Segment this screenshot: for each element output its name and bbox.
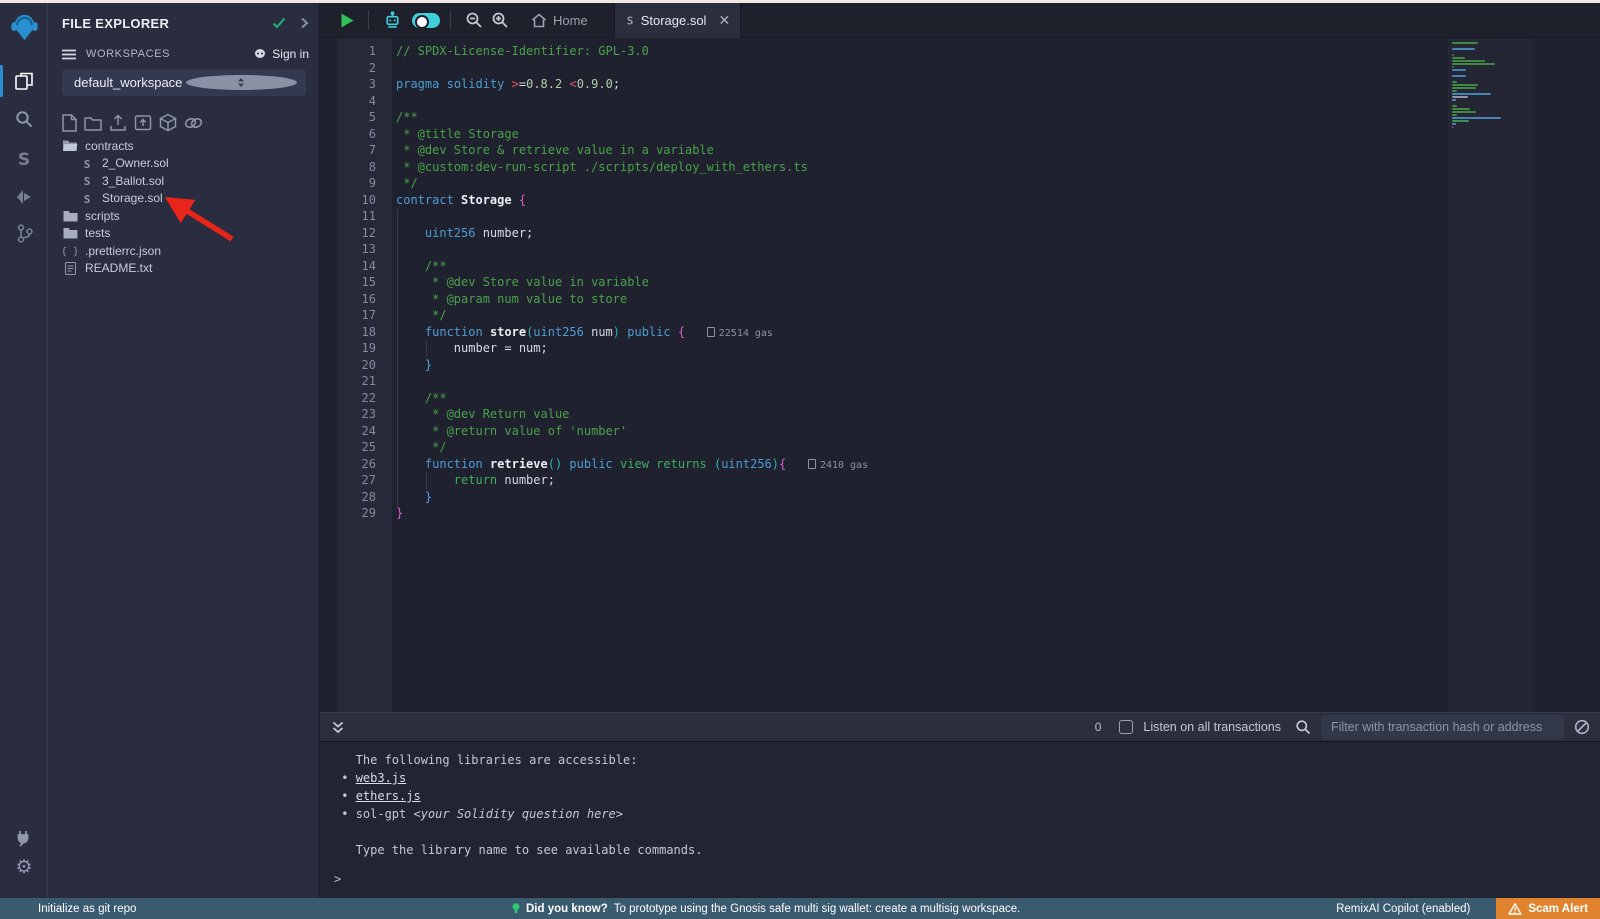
- new-folder-icon[interactable]: [84, 115, 102, 131]
- svg-text:S: S: [84, 193, 91, 205]
- svg-text:S: S: [18, 150, 30, 170]
- tree-item-scripts[interactable]: scripts: [48, 207, 319, 225]
- close-tab-icon[interactable]: ✕: [718, 12, 730, 29]
- tree-item-tests[interactable]: tests: [48, 225, 319, 243]
- solidity-icon: S: [79, 157, 95, 170]
- editor-minimap[interactable]: [1448, 38, 1532, 712]
- new-file-icon[interactable]: [62, 114, 77, 132]
- link-icon[interactable]: [184, 115, 203, 131]
- sign-in-button[interactable]: Sign in: [253, 47, 309, 61]
- folder-icon: [62, 210, 78, 222]
- copilot-status[interactable]: RemixAI Copilot (enabled): [1336, 903, 1470, 915]
- folder-open-icon: [62, 139, 78, 152]
- file-explorer-icon[interactable]: [0, 65, 48, 97]
- tree-item-label: .prettierrc.json: [85, 244, 161, 258]
- deploy-run-icon[interactable]: [0, 181, 48, 213]
- panel-title: FILE EXPLORER: [62, 16, 272, 31]
- workspace-sort-icon: [186, 75, 298, 90]
- terminal-search-icon[interactable]: [1295, 719, 1311, 735]
- check-icon[interactable]: [272, 17, 286, 29]
- tree-item-label: README.txt: [85, 261, 152, 275]
- svg-text:{ }: { }: [63, 247, 77, 258]
- svg-text:S: S: [84, 158, 91, 170]
- braces-icon: { }: [62, 244, 78, 257]
- upload-folder-icon[interactable]: [134, 114, 152, 131]
- settings-gear-icon[interactable]: ⚙: [0, 851, 48, 883]
- tree-item-2_Owner.sol[interactable]: S 2_Owner.sol: [48, 155, 319, 173]
- activity-bar: S ⚙: [0, 3, 48, 898]
- clear-console-icon[interactable]: [1574, 719, 1590, 735]
- workspace-select[interactable]: default_workspace: [62, 69, 306, 96]
- search-icon[interactable]: [0, 103, 48, 135]
- workspaces-menu-icon[interactable]: [62, 49, 76, 60]
- solidity-file-icon: S: [625, 13, 635, 27]
- github-icon: [253, 48, 267, 60]
- workspaces-label: WORKSPACES: [86, 48, 253, 60]
- terminal: 0 Listen on all transactions The followi…: [320, 712, 1600, 898]
- tab-home[interactable]: Home: [521, 3, 598, 38]
- file-explorer-toolbar: [62, 113, 203, 132]
- tree-item-label: 3_Ballot.sol: [102, 174, 164, 188]
- tree-item-label: contracts: [85, 139, 134, 153]
- minimap-bars: [1448, 38, 1532, 128]
- tip-text: To prototype using the Gnosis safe multi…: [614, 903, 1021, 915]
- status-bar: Initialize as git repo Did you know? To …: [0, 898, 1600, 919]
- transaction-filter-input[interactable]: [1321, 715, 1564, 739]
- listen-transactions-label: Listen on all transactions: [1143, 720, 1281, 734]
- solidity-icon: S: [79, 192, 95, 205]
- transaction-count-badge: 0: [1095, 720, 1102, 734]
- tree-item-3_Ballot.sol[interactable]: S 3_Ballot.sol: [48, 172, 319, 190]
- scam-alert-button[interactable]: Scam Alert: [1496, 898, 1600, 919]
- home-icon: [531, 13, 547, 28]
- tree-item-Storage.sol[interactable]: S Storage.sol: [48, 190, 319, 208]
- tip-bold-text: Did you know?: [526, 903, 608, 915]
- folder-icon: [62, 227, 78, 239]
- upload-file-icon[interactable]: [109, 114, 127, 132]
- zoom-in-icon[interactable]: [491, 11, 509, 29]
- tree-item-README.txt[interactable]: README.txt: [48, 260, 319, 278]
- ai-copilot-toggle[interactable]: [412, 13, 440, 28]
- lightbulb-icon: [512, 903, 520, 914]
- chevron-right-icon[interactable]: [300, 17, 309, 29]
- warning-triangle-icon: [1508, 903, 1522, 915]
- code-editor[interactable]: 1234567891011121314151617181920212223242…: [320, 38, 1600, 712]
- indent-guide: [397, 209, 398, 506]
- tab-storage-sol[interactable]: S Storage.sol ✕: [614, 3, 742, 38]
- solidity-icon: S: [79, 174, 95, 187]
- tree-item-label: 2_Owner.sol: [102, 156, 169, 170]
- run-script-button[interactable]: [341, 13, 354, 28]
- remix-logo-icon[interactable]: [0, 11, 48, 43]
- terminal-output[interactable]: The following libraries are accessible: …: [320, 743, 1600, 898]
- collapse-terminal-icon[interactable]: [332, 721, 344, 734]
- plugin-manager-icon[interactable]: [0, 821, 48, 853]
- tree-item-label: tests: [85, 226, 110, 240]
- git-icon[interactable]: [0, 217, 48, 249]
- line-numbers: 1234567891011121314151617181920212223242…: [337, 43, 376, 522]
- tree-item-label: scripts: [85, 209, 120, 223]
- terminal-header: 0 Listen on all transactions: [320, 712, 1600, 742]
- code-lines: // SPDX-License-Identifier: GPL-3.0 prag…: [396, 43, 868, 522]
- tree-item-label: Storage.sol: [102, 191, 163, 205]
- svg-text:S: S: [84, 175, 91, 187]
- file-tree: contracts S 2_Owner.sol S 3_Ballot.sol S Stora…: [48, 137, 319, 277]
- solidity-compiler-icon[interactable]: S: [0, 143, 48, 175]
- main-area: Home S Storage.sol ✕ 1234567891011121314…: [320, 3, 1600, 898]
- file-explorer-panel: FILE EXPLORER WORKSPACES Sign in default…: [48, 3, 320, 898]
- zoom-out-icon[interactable]: [465, 11, 483, 29]
- file-text-icon: [62, 262, 78, 275]
- terminal-prompt[interactable]: >: [334, 872, 341, 886]
- init-git-repo-button[interactable]: Initialize as git repo: [38, 898, 136, 919]
- svg-text:S: S: [626, 15, 633, 28]
- listen-transactions-checkbox[interactable]: [1119, 720, 1133, 734]
- indent-guide: [426, 472, 427, 489]
- remix-ide-window: S ⚙ FILE EXPLORER WORKSPACES: [0, 0, 1600, 919]
- tree-item-.prettierrc.json[interactable]: { } .prettierrc.json: [48, 242, 319, 260]
- indent-guide: [426, 340, 427, 357]
- cube-icon[interactable]: [159, 113, 177, 132]
- did-you-know-tip: Did you know? To prototype using the Gno…: [512, 898, 1020, 919]
- tree-item-contracts[interactable]: contracts: [48, 137, 319, 155]
- ai-copilot-robot-icon[interactable]: [383, 11, 402, 30]
- editor-toolbar: Home S Storage.sol ✕: [320, 3, 1600, 38]
